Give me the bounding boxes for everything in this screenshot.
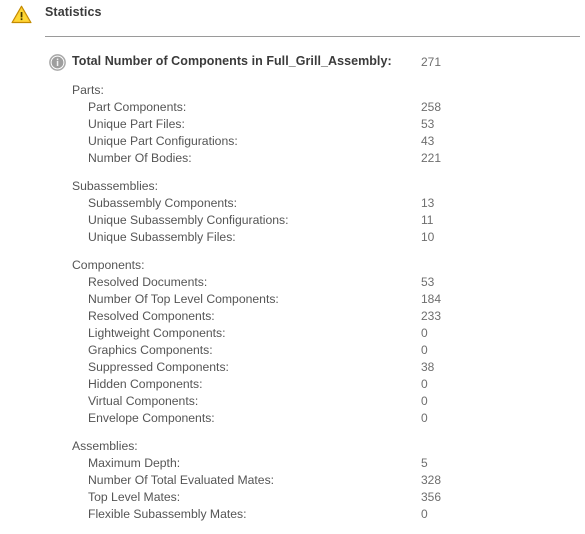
stat-row: Part Components: 258: [0, 99, 585, 116]
stat-label: Suppressed Components:: [88, 360, 229, 374]
stat-value: 10: [421, 230, 435, 244]
statistics-groups: Parts: Part Components: 258 Unique Part …: [0, 82, 585, 534]
group-header: Assemblies:: [72, 439, 138, 453]
stat-value: 233: [421, 309, 442, 323]
stat-row: Maximum Depth: 5: [0, 455, 585, 472]
stat-row: Number Of Total Evaluated Mates: 328: [0, 472, 585, 489]
warning-triangle-icon: [11, 5, 32, 24]
group-header: Subassemblies:: [72, 179, 159, 193]
stat-label: Maximum Depth:: [88, 456, 181, 470]
page-title: Statistics: [45, 5, 102, 19]
stat-row: Top Level Mates: 356: [0, 489, 585, 506]
stat-value: 0: [421, 507, 428, 521]
statistics-panel: Statistics Total Number of Components in…: [0, 0, 585, 524]
stat-value: 11: [421, 213, 434, 227]
stat-row: Unique Subassembly Files: 10: [0, 229, 585, 246]
stat-row: Resolved Documents: 53: [0, 274, 585, 291]
stat-row: Number Of Top Level Components: 184: [0, 291, 585, 308]
stat-label: Subassembly Components:: [88, 196, 238, 210]
stat-value: 5: [421, 456, 428, 470]
stat-label: Number Of Bodies:: [88, 151, 192, 165]
stat-row: Number Of Bodies: 221: [0, 150, 585, 167]
stat-label: Unique Subassembly Files:: [88, 230, 236, 244]
stat-label: Unique Subassembly Configurations:: [88, 213, 289, 227]
stat-value: 0: [421, 343, 428, 357]
stat-row: Unique Subassembly Configurations: 11: [0, 212, 585, 229]
stat-value: 0: [421, 377, 428, 391]
stat-value: 356: [421, 490, 442, 504]
stat-row: Subassembly Components: 13: [0, 195, 585, 212]
stat-label: Resolved Components:: [88, 309, 215, 323]
stat-row: Suppressed Components: 38: [0, 359, 585, 376]
stat-label: Number Of Total Evaluated Mates:: [88, 473, 275, 487]
stat-label: Number Of Top Level Components:: [88, 292, 279, 306]
stat-value: 53: [421, 275, 435, 289]
stat-value: 0: [421, 326, 428, 340]
info-circle-icon: [49, 54, 66, 71]
header-divider: [45, 36, 580, 37]
stat-label: Virtual Components:: [88, 394, 199, 408]
group-header: Components:: [72, 258, 145, 272]
stat-row: Envelope Components: 0: [0, 410, 585, 427]
stat-row: Unique Part Configurations: 43: [0, 133, 585, 150]
total-components-label: Total Number of Components in Full_Grill…: [72, 54, 392, 68]
stat-value: 38: [421, 360, 435, 374]
stat-label: Part Components:: [88, 100, 187, 114]
stat-row: Lightweight Components: 0: [0, 325, 585, 342]
stat-row: Resolved Components: 233: [0, 308, 585, 325]
stat-value: 53: [421, 117, 435, 131]
stat-label: Graphics Components:: [88, 343, 213, 357]
stat-value: 0: [421, 394, 428, 408]
stat-value: 184: [421, 292, 442, 306]
total-components-row: Total Number of Components in Full_Grill…: [0, 51, 585, 75]
stat-label: Lightweight Components:: [88, 326, 226, 340]
stat-value: 0: [421, 411, 428, 425]
stat-group-assemblies: Assemblies: Maximum Depth: 5 Number Of T…: [0, 438, 585, 523]
stat-row: Hidden Components: 0: [0, 376, 585, 393]
stat-label: Resolved Documents:: [88, 275, 208, 289]
stat-value: 328: [421, 473, 442, 487]
stat-value: 13: [421, 196, 435, 210]
stat-value: 258: [421, 100, 442, 114]
stat-label: Top Level Mates:: [88, 490, 181, 504]
total-components-value: 271: [421, 55, 442, 69]
stat-label: Envelope Components:: [88, 411, 215, 425]
stat-label: Hidden Components:: [88, 377, 203, 391]
stat-row: Flexible Subassembly Mates: 0: [0, 506, 585, 523]
stat-value: 221: [421, 151, 442, 165]
stat-label: Flexible Subassembly Mates:: [88, 507, 247, 521]
stat-row: Unique Part Files: 53: [0, 116, 585, 133]
stat-group-components: Components: Resolved Documents: 53 Numbe…: [0, 257, 585, 427]
stat-group-subassemblies: Subassemblies: Subassembly Components: 1…: [0, 178, 585, 246]
stat-label: Unique Part Configurations:: [88, 134, 238, 148]
stat-row: Virtual Components: 0: [0, 393, 585, 410]
panel-header: Statistics: [0, 0, 585, 37]
stat-value: 43: [421, 134, 435, 148]
stat-label: Unique Part Files:: [88, 117, 185, 131]
stat-row: Graphics Components: 0: [0, 342, 585, 359]
group-header: Parts:: [72, 83, 104, 97]
stat-group-parts: Parts: Part Components: 258 Unique Part …: [0, 82, 585, 167]
